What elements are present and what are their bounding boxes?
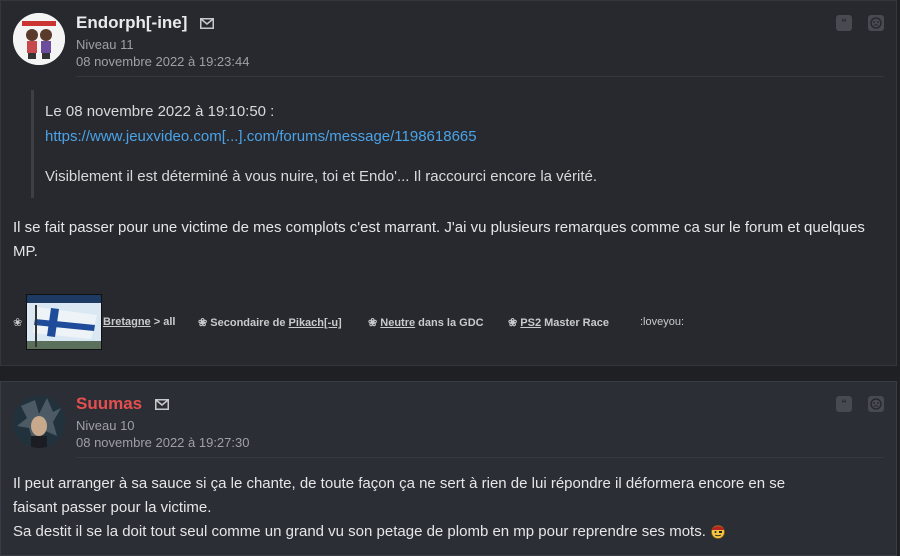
sig-link-neutre[interactable]: Neutre <box>380 317 415 329</box>
author-pseudo[interactable]: Suumas <box>76 394 142 414</box>
sig-link-ps2[interactable]: PS2 <box>520 317 541 329</box>
alert-icon[interactable] <box>868 15 884 31</box>
forum-post: Suumas Niveau 10 08 novembre 2022 à 19:2… <box>0 381 897 556</box>
sig-text: Secondaire de <box>210 317 289 329</box>
post-body-line: Sa destit il se la doit tout seul comme … <box>13 520 883 544</box>
forum-post: Endorph[-ine] Niveau 11 08 novembre 2022… <box>0 0 897 366</box>
post-body: Il se fait passer pour une victime de me… <box>13 219 865 260</box>
sig-text: dans la GDC <box>415 317 484 329</box>
quote-header: Le 08 novembre 2022 à 19:10:50 : <box>45 103 275 120</box>
author-block: Suumas Niveau 10 08 novembre 2022 à 19:2… <box>76 394 249 450</box>
quote-link[interactable]: https://www.jeuxvideo.com[...].com/forum… <box>45 128 477 145</box>
post-body-text: Sa destit il se la doit tout seul comme … <box>13 523 706 540</box>
sig-text: > all <box>150 316 176 328</box>
sig-item: ❀ Secondaire de Pikach[-u] <box>198 317 342 329</box>
pirate-emoji <box>710 525 725 539</box>
finland-flag-image <box>26 294 102 350</box>
sig-text: Master Race <box>541 317 609 329</box>
author-level: Niveau 10 <box>76 418 135 433</box>
signature: ❀ Bretagne > all ❀ Secondaire de Pikach[… <box>13 294 883 350</box>
author-block: Endorph[-ine] Niveau 11 08 novembre 2022… <box>76 13 249 69</box>
post-date[interactable]: 08 novembre 2022 à 19:23:44 <box>76 54 249 69</box>
flower-icon: ❀ <box>13 317 23 329</box>
author-level: Niveau 11 <box>76 37 134 52</box>
quote-icon[interactable]: “ <box>836 396 852 412</box>
post-body-line: faisant passer pour la victime. <box>13 499 212 516</box>
mail-icon[interactable] <box>154 398 169 410</box>
post-body: Il peut arranger à sa sauce si ça le cha… <box>13 472 883 544</box>
sig-link-bretagne[interactable]: Bretagne <box>103 316 151 328</box>
post-actions: “ <box>836 396 884 412</box>
mail-icon[interactable] <box>199 17 214 29</box>
post-body-line: Il peut arranger à sa sauce si ça le cha… <box>13 475 786 492</box>
divider <box>76 457 884 458</box>
post-actions: “ <box>836 15 884 31</box>
quote-block: Le 08 novembre 2022 à 19:10:50 : https:/… <box>31 90 634 198</box>
post-date[interactable]: 08 novembre 2022 à 19:27:30 <box>76 435 249 450</box>
sig-smiley-code: :loveyou: <box>640 316 685 328</box>
avatar[interactable] <box>13 396 65 448</box>
sig-item: Bretagne > all <box>103 316 175 328</box>
avatar[interactable] <box>13 13 65 65</box>
author-pseudo[interactable]: Endorph[-ine] <box>76 13 187 33</box>
sig-link-pikachu[interactable]: Pikach[-u] <box>289 317 342 329</box>
divider <box>76 76 884 77</box>
quote-text: Visiblement il est déterminé à vous nuir… <box>45 168 598 185</box>
sig-item: ❀ PS2 Master Race <box>508 317 609 329</box>
quote-icon[interactable]: “ <box>836 15 852 31</box>
sig-item: ❀ Neutre dans la GDC <box>368 317 484 329</box>
alert-icon[interactable] <box>868 396 884 412</box>
